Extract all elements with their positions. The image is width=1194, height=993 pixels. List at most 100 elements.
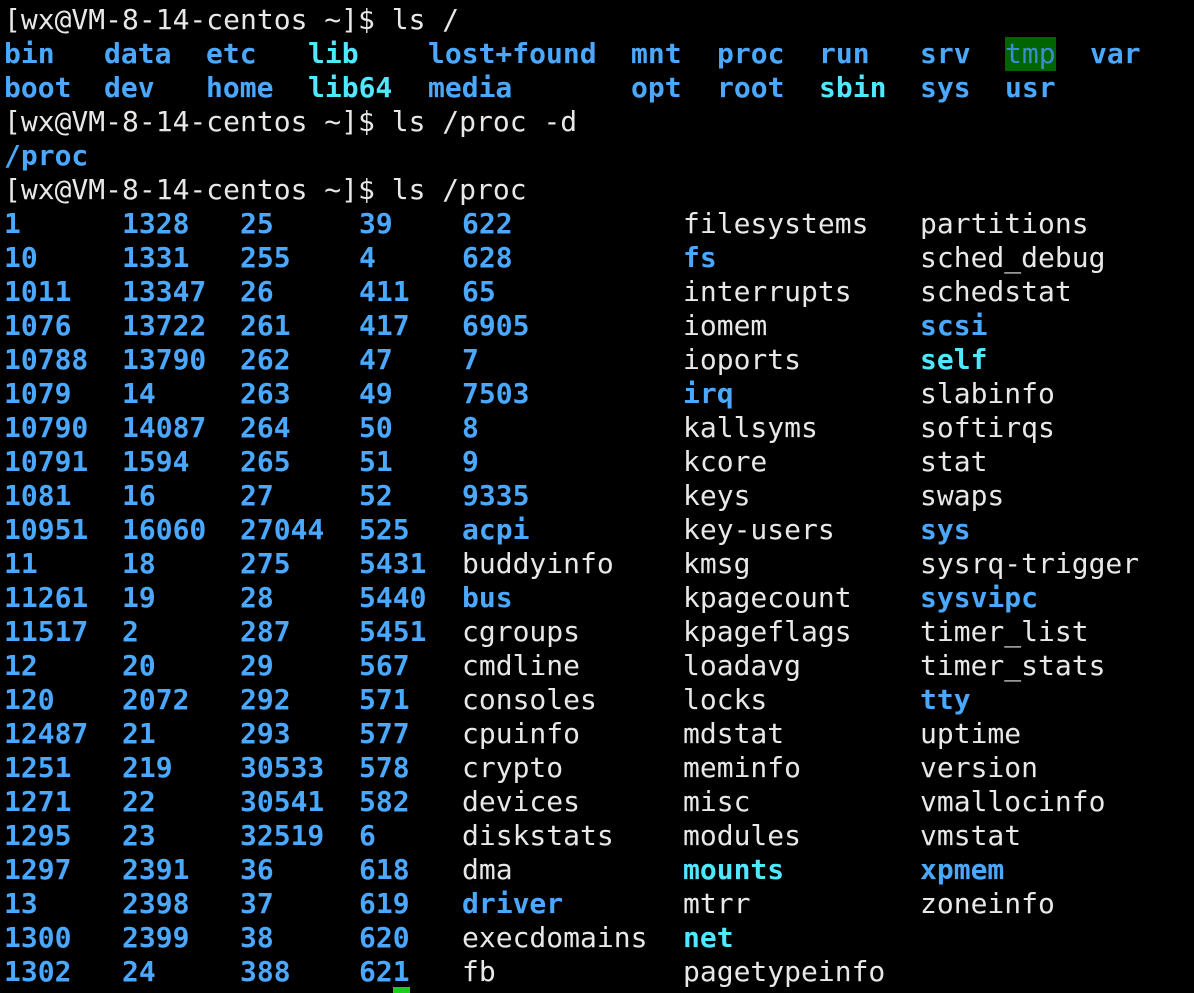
root-entry: lib64	[308, 71, 393, 104]
proc-entry: ioports	[683, 343, 802, 376]
proc-entry: 23	[122, 819, 156, 852]
proc-entry: schedstat	[920, 275, 1072, 308]
proc-entry: 1	[4, 207, 21, 240]
proc-entry: 1271	[4, 785, 72, 818]
proc-entry: sysrq-trigger	[920, 547, 1140, 580]
proc-entry: key-users	[683, 513, 835, 546]
proc-entry: 51	[359, 445, 393, 478]
proc-entry: 12487	[4, 717, 89, 750]
prompt-line-2: [wx@VM-8-14-centos ~]$ ls /proc -d	[4, 105, 577, 139]
proc-entry: 1300	[4, 921, 72, 954]
proc-entry: 582	[359, 785, 410, 818]
proc-entry: devices	[462, 785, 581, 818]
proc-entry: 219	[122, 751, 173, 784]
proc-entry: 26	[240, 275, 274, 308]
proc-entry: 567	[359, 649, 410, 682]
proc-entry: 411	[359, 275, 410, 308]
proc-entry: 11	[4, 547, 38, 580]
prompt: [wx@VM-8-14-centos ~]$	[4, 3, 375, 36]
prompt-line-3: [wx@VM-8-14-centos ~]$ ls /proc	[4, 173, 527, 207]
root-entry: run	[819, 37, 870, 70]
proc-entry: 19	[122, 581, 156, 614]
proc-entry: 10951	[4, 513, 89, 546]
proc-entry: 287	[240, 615, 291, 648]
proc-entry: mtrr	[683, 887, 751, 920]
proc-entry: buddyinfo	[462, 547, 614, 580]
proc-entry: 52	[359, 479, 393, 512]
proc-entry: vmstat	[920, 819, 1022, 852]
proc-entry: 6905	[462, 309, 530, 342]
proc-entry: 6	[359, 819, 376, 852]
proc-entry: 14	[122, 377, 156, 410]
proc-entry: kpageflags	[683, 615, 852, 648]
proc-entry: kpagecount	[683, 581, 852, 614]
proc-entry: 2072	[122, 683, 190, 716]
proc-entry: self	[920, 343, 988, 376]
proc-entry: modules	[683, 819, 802, 852]
proc-entry: kcore	[683, 445, 768, 478]
proc-entry: cgroups	[462, 615, 581, 648]
proc-entry: swaps	[920, 479, 1005, 512]
proc-entry: 292	[240, 683, 291, 716]
proc-entry: meminfo	[683, 751, 802, 784]
proc-entry: kallsyms	[683, 411, 818, 444]
proc-entry: bus	[462, 581, 513, 614]
root-entry: etc	[206, 37, 257, 70]
root-entry: lib	[308, 37, 359, 70]
proc-entry: 1295	[4, 819, 72, 852]
proc-entry: 13347	[122, 275, 207, 308]
text-cursor	[393, 987, 410, 993]
prompt-line-1: [wx@VM-8-14-centos ~]$ ls /	[4, 3, 459, 37]
proc-entry: keys	[683, 479, 751, 512]
proc-entry: driver	[462, 887, 564, 920]
proc-entry: 620	[359, 921, 410, 954]
proc-entry: fb	[462, 955, 496, 988]
command-text: ls /proc -d	[391, 105, 578, 138]
proc-entry: acpi	[462, 513, 530, 546]
proc-entry: 9	[462, 445, 479, 478]
proc-entry: consoles	[462, 683, 597, 716]
proc-entry: 5440	[359, 581, 427, 614]
proc-entry: 11517	[4, 615, 89, 648]
proc-entry: 37	[240, 887, 274, 920]
proc-entry: sys	[920, 513, 971, 546]
proc-entry: 4	[359, 241, 376, 274]
root-entry: media	[428, 71, 513, 104]
proc-entry: 7503	[462, 377, 530, 410]
proc-entry: timer_stats	[920, 649, 1106, 682]
root-entry: root	[717, 71, 785, 104]
proc-entry: fs	[683, 241, 717, 274]
proc-entry: 47	[359, 343, 393, 376]
proc-entry: interrupts	[683, 275, 852, 308]
proc-entry: locks	[683, 683, 768, 716]
proc-entry: 20	[122, 649, 156, 682]
proc-entry: 13790	[122, 343, 207, 376]
root-entry: bin	[4, 37, 55, 70]
proc-entry: 1079	[4, 377, 72, 410]
proc-entry: version	[920, 751, 1039, 784]
proc-entry: sysvipc	[920, 581, 1039, 614]
proc-entry: 619	[359, 887, 410, 920]
root-entry: proc	[717, 37, 785, 70]
proc-entry: 49	[359, 377, 393, 410]
proc-entry: 5431	[359, 547, 427, 580]
proc-entry: 621	[359, 955, 410, 988]
proc-entry: 32519	[240, 819, 325, 852]
proc-entry: 10791	[4, 445, 89, 478]
proc-entry: sched_debug	[920, 241, 1106, 274]
proc-entry: 16	[122, 479, 156, 512]
root-entry: tmp	[1005, 37, 1056, 71]
proc-entry: 261	[240, 309, 291, 342]
proc-entry: 9335	[462, 479, 530, 512]
proc-entry: irq	[683, 377, 734, 410]
proc-entry: 2398	[122, 887, 190, 920]
proc-entry: 622	[462, 207, 513, 240]
proc-entry: 628	[462, 241, 513, 274]
proc-entry: 265	[240, 445, 291, 478]
proc-entry: 13	[4, 887, 38, 920]
proc-entry: 10790	[4, 411, 89, 444]
proc-entry: diskstats	[462, 819, 614, 852]
root-entry: var	[1090, 37, 1141, 70]
proc-entry: 1328	[122, 207, 190, 240]
proc-entry: kmsg	[683, 547, 751, 580]
